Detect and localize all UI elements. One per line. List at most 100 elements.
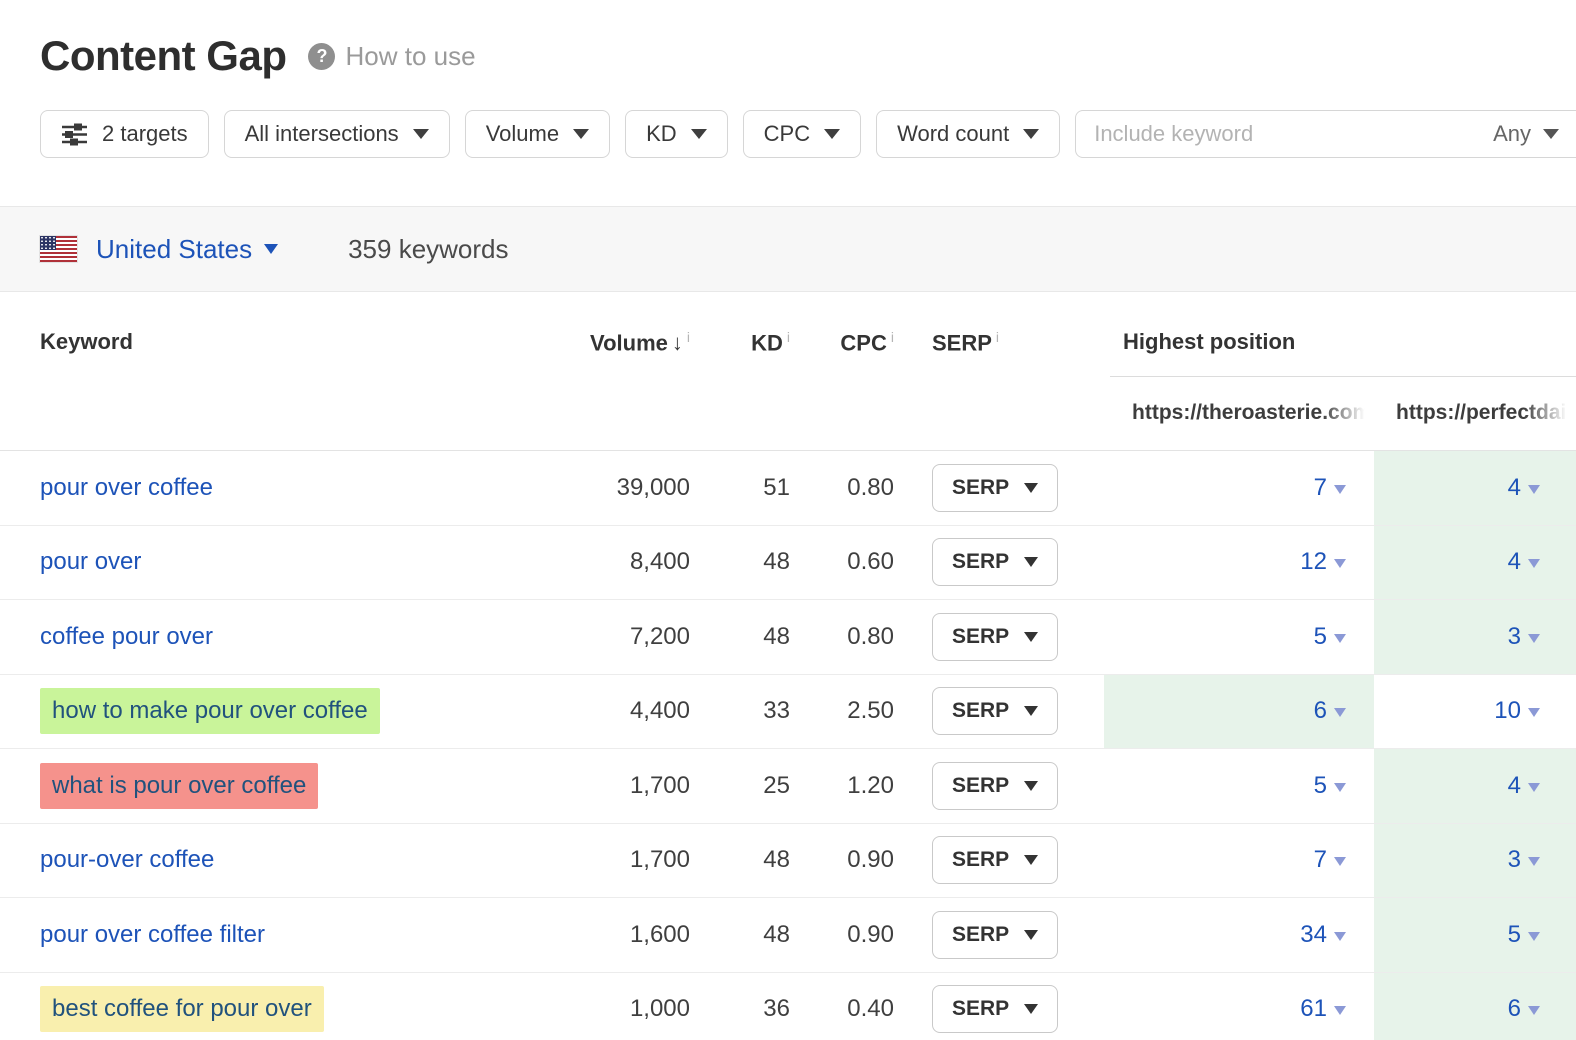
match-mode-select[interactable]: Any — [1493, 121, 1559, 147]
caret-down-icon — [1024, 855, 1038, 865]
volume-cell: 1,700 — [540, 749, 690, 823]
position-dropdown[interactable]: 4 — [1508, 772, 1540, 800]
table-row: pour over coffee 39,000 51 0.80 SERP 7 4 — [0, 451, 1576, 526]
serp-dropdown-button[interactable]: SERP — [932, 687, 1058, 735]
us-flag-icon — [40, 236, 77, 262]
country-selector[interactable]: United States — [96, 234, 278, 265]
target-url-row: https://theroasterie.com https://perfect… — [1104, 401, 1576, 425]
cpc-filter-dropdown[interactable]: CPC — [743, 110, 861, 158]
caret-down-icon — [264, 244, 278, 254]
serp-dropdown-button[interactable]: SERP — [932, 538, 1058, 586]
caret-down-icon — [1024, 483, 1038, 493]
word-count-dropdown[interactable]: Word count — [876, 110, 1060, 158]
include-keyword-input[interactable] — [1076, 111, 1493, 157]
position-value: 7 — [1314, 474, 1327, 502]
column-header-kd[interactable]: KDi — [690, 292, 790, 450]
keyword-link[interactable]: coffee pour over — [40, 623, 213, 651]
position-cell-target1: 61 — [1104, 973, 1374, 1040]
kd-filter-dropdown[interactable]: KD — [625, 110, 728, 158]
keyword-link[interactable]: how to make pour over coffee — [40, 688, 380, 734]
position-cell-target2: 3 — [1374, 600, 1576, 674]
kd-cell: 48 — [690, 526, 790, 600]
caret-down-icon — [691, 129, 707, 139]
serp-dropdown-button[interactable]: SERP — [932, 613, 1058, 661]
serp-button-label: SERP — [952, 550, 1009, 574]
serp-button-label: SERP — [952, 997, 1009, 1021]
position-dropdown[interactable]: 6 — [1314, 697, 1346, 725]
keyword-cell: pour-over coffee — [0, 824, 540, 898]
intersections-dropdown[interactable]: All intersections — [224, 110, 450, 158]
keyword-link[interactable]: pour-over coffee — [40, 846, 214, 874]
position-value: 5 — [1314, 623, 1327, 651]
caret-down-icon — [1024, 781, 1038, 791]
position-value: 3 — [1508, 846, 1521, 874]
volume-filter-dropdown[interactable]: Volume — [465, 110, 610, 158]
serp-cell: SERP — [894, 526, 1104, 600]
serp-dropdown-button[interactable]: SERP — [932, 985, 1058, 1033]
serp-dropdown-button[interactable]: SERP — [932, 911, 1058, 959]
serp-dropdown-button[interactable]: SERP — [932, 762, 1058, 810]
keyword-cell: coffee pour over — [0, 600, 540, 674]
serp-cell: SERP — [894, 600, 1104, 674]
volume-cell: 1,600 — [540, 898, 690, 972]
serp-dropdown-button[interactable]: SERP — [932, 464, 1058, 512]
position-dropdown[interactable]: 3 — [1508, 846, 1540, 874]
position-cell-target2: 3 — [1374, 824, 1576, 898]
caret-down-icon — [1024, 1004, 1038, 1014]
keyword-link[interactable]: pour over — [40, 548, 141, 576]
title-row: Content Gap ? How to use — [40, 28, 1576, 84]
column-header-volume[interactable]: Volume↓i — [540, 292, 690, 450]
caret-down-icon — [1334, 634, 1346, 643]
caret-down-icon — [1528, 932, 1540, 941]
position-cell-target1: 7 — [1104, 451, 1374, 525]
table-row: what is pour over coffee 1,700 25 1.20 S… — [0, 749, 1576, 824]
position-dropdown[interactable]: 5 — [1314, 623, 1346, 651]
column-header-cpc[interactable]: CPCi — [790, 292, 894, 450]
position-dropdown[interactable]: 61 — [1300, 995, 1346, 1023]
how-to-use-link[interactable]: ? How to use — [308, 41, 475, 72]
keyword-cell: how to make pour over coffee — [0, 675, 540, 749]
position-value: 4 — [1508, 548, 1521, 576]
position-dropdown[interactable]: 4 — [1508, 474, 1540, 502]
serp-dropdown-button[interactable]: SERP — [932, 836, 1058, 884]
position-value: 7 — [1314, 846, 1327, 874]
serp-button-label: SERP — [952, 625, 1009, 649]
keyword-link[interactable]: best coffee for pour over — [40, 986, 324, 1032]
serp-cell: SERP — [894, 973, 1104, 1040]
position-dropdown[interactable]: 6 — [1508, 995, 1540, 1023]
caret-down-icon — [1024, 632, 1038, 642]
kd-filter-label: KD — [646, 121, 677, 147]
position-dropdown[interactable]: 34 — [1300, 921, 1346, 949]
position-dropdown[interactable]: 5 — [1508, 921, 1540, 949]
position-dropdown[interactable]: 4 — [1508, 548, 1540, 576]
position-dropdown[interactable]: 10 — [1494, 697, 1540, 725]
serp-cell: SERP — [894, 451, 1104, 525]
column-header-serp[interactable]: SERPi — [894, 292, 1104, 450]
volume-cell: 8,400 — [540, 526, 690, 600]
content-gap-page: Content Gap ? How to use — [0, 0, 1576, 1040]
position-dropdown[interactable]: 12 — [1300, 548, 1346, 576]
serp-button-label: SERP — [952, 774, 1009, 798]
keyword-link[interactable]: pour over coffee — [40, 474, 213, 502]
targets-button[interactable]: 2 targets — [40, 110, 209, 158]
kd-cell: 33 — [690, 675, 790, 749]
cpc-cell: 0.60 — [790, 526, 894, 600]
volume-cell: 1,700 — [540, 824, 690, 898]
kd-cell: 48 — [690, 898, 790, 972]
caret-down-icon — [1023, 129, 1039, 139]
position-dropdown[interactable]: 7 — [1314, 474, 1346, 502]
header-divider — [1110, 376, 1576, 377]
position-dropdown[interactable]: 3 — [1508, 623, 1540, 651]
position-dropdown[interactable]: 5 — [1314, 772, 1346, 800]
page-title: Content Gap — [40, 32, 286, 80]
filter-toolbar: 2 targets All intersections Volume KD CP… — [40, 110, 1576, 158]
keyword-link[interactable]: pour over coffee filter — [40, 921, 265, 949]
position-cell-target2: 4 — [1374, 451, 1576, 525]
position-value: 3 — [1508, 623, 1521, 651]
keyword-link[interactable]: what is pour over coffee — [40, 763, 318, 809]
position-value: 10 — [1494, 697, 1521, 725]
caret-down-icon — [1334, 932, 1346, 941]
position-value: 5 — [1508, 921, 1521, 949]
position-dropdown[interactable]: 7 — [1314, 846, 1346, 874]
column-header-highest-position: Highest position https://theroasterie.co… — [1104, 292, 1576, 450]
